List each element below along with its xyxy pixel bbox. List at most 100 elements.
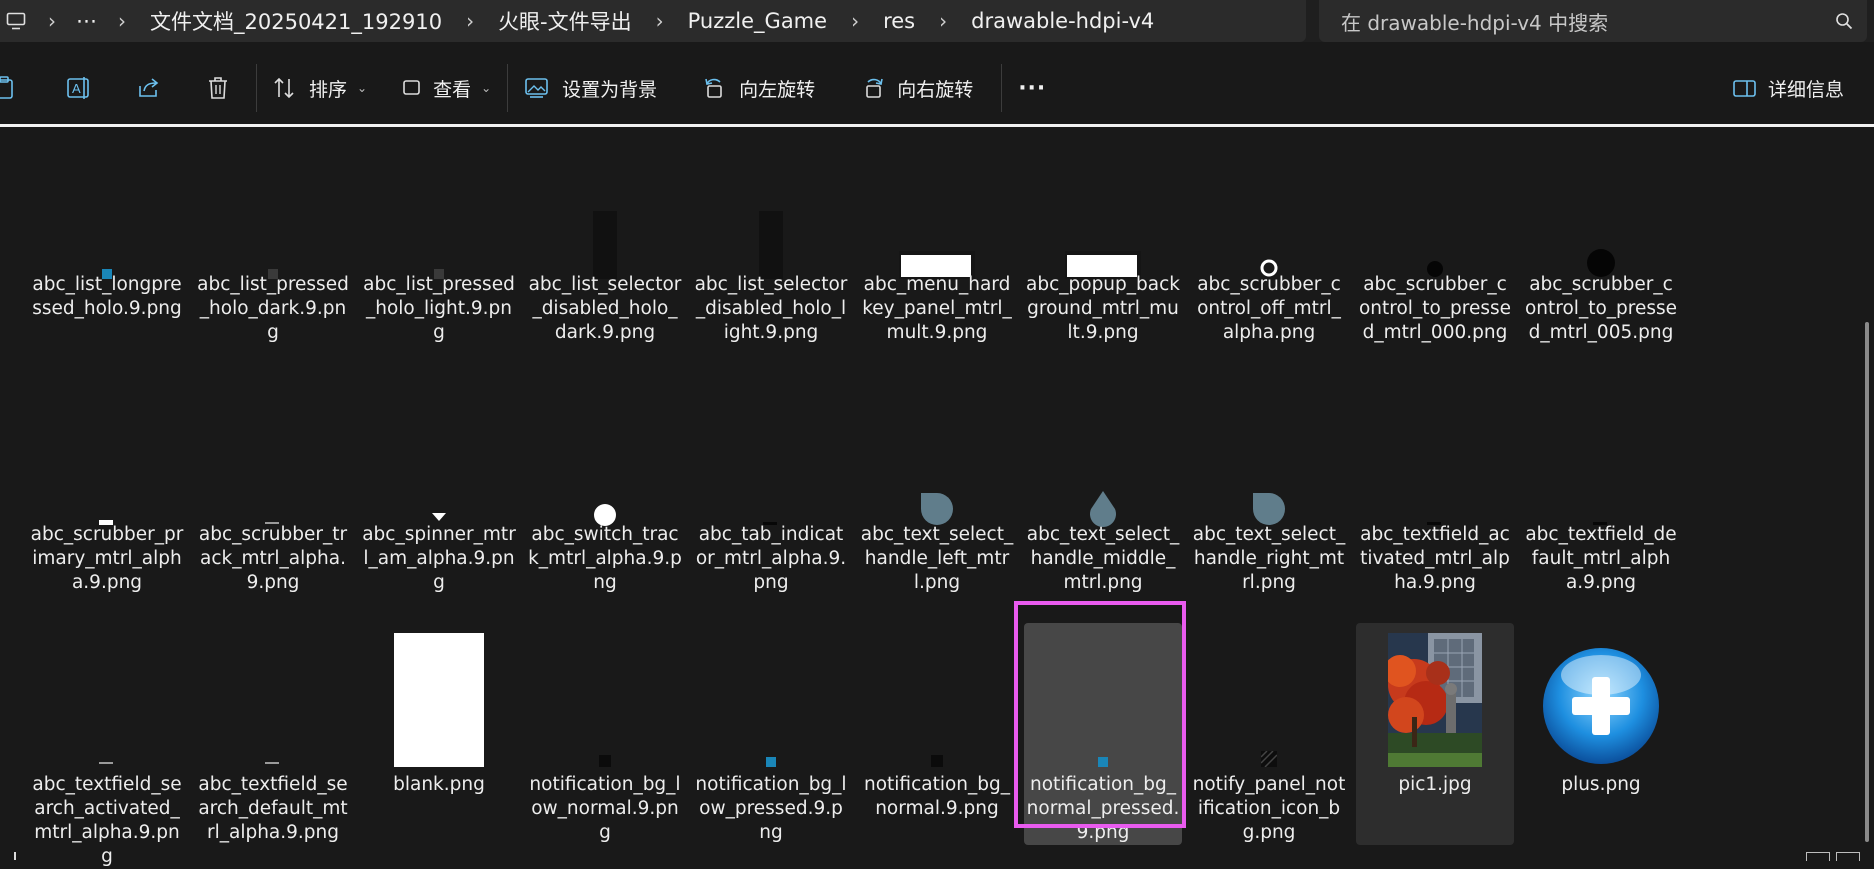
breadcrumb[interactable]: › ⋯ › 文件文档_20250421_192910 › 火眼-文件导出 › P… <box>0 0 1306 42</box>
gray-dash-icon <box>194 627 352 767</box>
rotate-left-button[interactable]: 向左旋转 <box>703 63 815 113</box>
rotate-right-icon <box>866 78 883 98</box>
ring-icon <box>1190 139 1348 279</box>
white-pill-icon <box>526 387 684 527</box>
search-icon[interactable] <box>1821 12 1867 30</box>
search-input[interactable]: 在 drawable-hdpi-v4 中搜索 <box>1319 0 1867 42</box>
file-name: abc_text_select_handle_middle_mtrl.png <box>1026 524 1180 593</box>
file-name: abc_textfield_search_default_mtrl_alpha.… <box>198 774 348 843</box>
small-teal-square-icon <box>28 139 186 279</box>
white-dash-icon <box>28 387 186 527</box>
computer-icon[interactable] <box>0 0 32 42</box>
file-name: notification_bg_normal.9.png <box>863 774 1011 819</box>
gray-dash-icon <box>194 387 352 527</box>
handle-left-icon <box>858 387 1016 527</box>
scrollbar-thumb[interactable] <box>1865 322 1869 842</box>
file-name: abc_menu_hardkey_panel_mtrl_mult.9.png <box>862 274 1012 343</box>
file-name: abc_spinner_mtrl_am_alpha.9.png <box>362 524 516 593</box>
breadcrumb-segment[interactable]: 火眼-文件导出 <box>490 6 640 36</box>
view-button[interactable]: 查看 ⌄ <box>401 63 491 113</box>
dark-dash-icon <box>1522 387 1680 527</box>
handle-middle-icon <box>1024 387 1182 527</box>
file-item[interactable]: notification_bg_normal_pressed.9.png <box>1024 623 1182 845</box>
file-name: abc_list_selector_disabled_holo_light.9.… <box>694 274 848 343</box>
white-panel-icon <box>858 139 1016 279</box>
chevron-down-icon: ⌄ <box>357 81 368 95</box>
file-name: abc_textfield_search_activated_mtrl_alph… <box>32 774 182 867</box>
tall-dark-bar-icon <box>526 139 684 279</box>
breadcrumb-segment[interactable]: Puzzle_Game <box>680 9 835 33</box>
paste-icon[interactable] <box>0 63 24 113</box>
handle-right-icon <box>1190 387 1348 527</box>
view-label: 查看 <box>433 78 472 101</box>
file-name: abc_list_pressed_holo_light.9.png <box>363 274 515 343</box>
rotate-left-label: 向左旋转 <box>739 78 816 101</box>
file-name: abc_scrubber_control_to_pressed_mtrl_005… <box>1524 274 1677 343</box>
chevron-down-icon: ⌄ <box>481 81 492 95</box>
tiny-black-square-icon <box>526 627 684 767</box>
breadcrumb-overflow[interactable]: ⋯ <box>72 9 102 33</box>
details-pane-icon <box>1733 80 1756 97</box>
view-icon <box>403 80 420 95</box>
details-pane-button[interactable]: 详细信息 <box>1732 63 1844 113</box>
sort-button[interactable]: 排序 ⌄ <box>273 63 367 113</box>
file-name: notification_bg_low_pressed.9.png <box>695 774 847 843</box>
file-item[interactable]: pic1.jpg <box>1356 623 1514 845</box>
chevron-right-icon: › <box>851 9 860 33</box>
black-dot-icon <box>1356 139 1514 279</box>
svg-text:A: A <box>72 81 81 96</box>
toolbar-divider <box>1001 64 1003 112</box>
sort-label: 排序 <box>309 78 348 101</box>
file-name: abc_popup_background_mtrl_mult.9.png <box>1026 274 1180 343</box>
rotate-left-icon <box>705 78 722 98</box>
tiny-black-square-icon <box>858 627 1016 767</box>
rotate-right-button[interactable]: 向右旋转 <box>861 63 973 113</box>
dark-dash-icon <box>692 387 850 527</box>
file-name: abc_switch_track_mtrl_alpha.9.png <box>528 524 682 593</box>
gray-dash-icon <box>28 627 186 767</box>
file-name: abc_tab_indicator_mtrl_alpha.9.png <box>695 524 847 593</box>
file-name: notification_bg_low_normal.9.png <box>529 774 681 843</box>
rename-icon[interactable]: A <box>66 63 92 113</box>
file-name: abc_scrubber_primary_mtrl_alpha.9.png <box>30 524 184 593</box>
chevron-right-icon: › <box>655 9 664 33</box>
status-bar-fragment <box>14 852 16 860</box>
photo-autumn-tree-icon <box>1356 627 1514 767</box>
command-bar: A 排序 ⌄ 查看 ⌄ 设置为背景 向左旋转 向右旋转 ··· 详细信息 <box>0 52 1874 124</box>
vertical-scrollbar[interactable] <box>1862 127 1872 862</box>
chevron-right-icon: › <box>118 9 126 33</box>
more-options-button[interactable]: ··· <box>1018 63 1046 113</box>
wallpaper-icon <box>525 78 548 98</box>
delete-icon[interactable] <box>206 63 230 113</box>
file-name: abc_text_select_handle_left_mtrl.png <box>860 524 1014 593</box>
dark-dash-icon <box>1356 387 1514 527</box>
breadcrumb-segment-current[interactable]: drawable-hdpi-v4 <box>963 9 1162 33</box>
tiny-dark-square-icon <box>360 139 518 279</box>
breadcrumb-segment[interactable]: res <box>875 9 923 33</box>
file-name: abc_list_selector_disabled_holo_dark.9.p… <box>528 274 682 343</box>
file-grid: abc_list_longpressed_holo.9.png abc_list_… <box>0 127 1860 867</box>
large-icons-view-toggle[interactable] <box>1836 852 1860 861</box>
tall-dark-bar-icon <box>692 139 850 279</box>
file-name: notify_panel_notification_icon_bg.png <box>1192 774 1346 843</box>
hatched-square-icon <box>1190 627 1348 767</box>
breadcrumb-segment[interactable]: 文件文档_20250421_192910 <box>142 6 450 36</box>
file-name: notification_bg_normal_pressed.9.png <box>1026 774 1180 843</box>
file-name: pic1.jpg <box>1398 774 1472 795</box>
chevron-right-icon: › <box>48 9 56 33</box>
small-teal-square-icon <box>1024 627 1182 767</box>
layout-toggle-buttons[interactable] <box>1806 852 1866 862</box>
file-name: plus.png <box>1561 774 1641 795</box>
chevron-right-icon: › <box>466 9 475 33</box>
file-name: blank.png <box>393 774 485 795</box>
white-page-icon <box>360 627 518 767</box>
file-name: abc_list_longpressed_holo.9.png <box>32 274 182 319</box>
details-view-toggle[interactable] <box>1806 852 1830 861</box>
set-background-button[interactable]: 设置为背景 <box>524 63 657 113</box>
share-icon[interactable] <box>136 63 162 113</box>
blue-plus-orb-icon <box>1522 627 1680 767</box>
file-name: abc_scrubber_control_to_pressed_mtrl_000… <box>1358 274 1511 343</box>
black-circle-icon <box>1522 139 1680 279</box>
small-teal-square-icon <box>692 627 850 767</box>
chevron-right-icon: › <box>939 9 948 33</box>
